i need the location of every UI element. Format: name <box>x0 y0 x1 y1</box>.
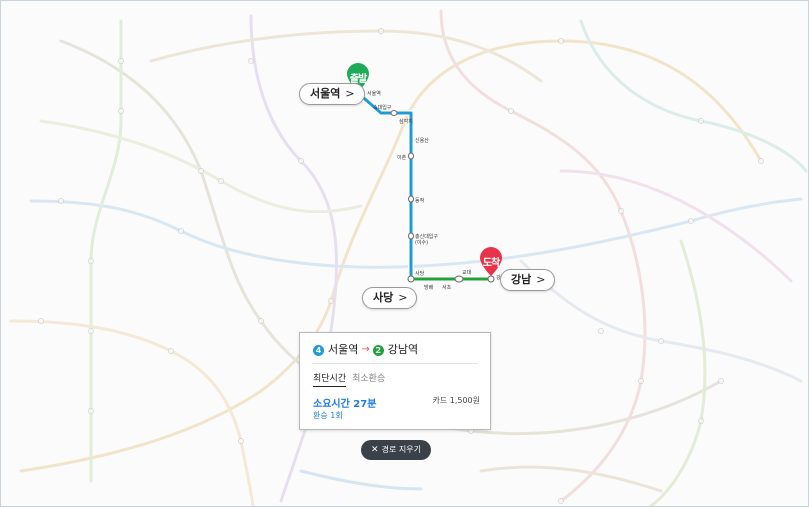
station-node <box>454 275 464 283</box>
station-label: 숙대입구 <box>373 105 392 111</box>
station-node <box>408 232 414 240</box>
station-node <box>390 110 398 116</box>
route-header: 4 서울역 → 2 강남역 <box>313 342 418 358</box>
chip-label: 서울역 <box>310 87 341 100</box>
clear-route-label: 경로 지우기 <box>381 445 421 454</box>
arrival-pin[interactable]: 도착 <box>479 246 503 281</box>
arrival-pin-label: 도착 <box>482 258 500 269</box>
line-2-badge: 2 <box>372 344 384 356</box>
station-label: 사당 <box>415 271 425 277</box>
line-4-badge: 4 <box>313 344 324 356</box>
divider <box>312 363 478 364</box>
travel-time: 소요시간 27분 <box>313 399 377 410</box>
from-station: 서울역 <box>328 343 359 356</box>
arrow-right-icon: → <box>361 344 370 355</box>
chevron-right-icon: > <box>345 87 355 100</box>
station-label: 신용산 <box>415 138 429 144</box>
station-node <box>408 195 414 203</box>
station-label: 서초 <box>442 285 452 291</box>
subway-map-view: 서울역 숙대입구 삼각지 신용산 이촌 동작 총신대입구 (이수) 사당 방배 … <box>0 0 809 507</box>
station-node <box>407 275 415 283</box>
station-node <box>408 152 414 160</box>
station-label: 교대 <box>462 270 472 276</box>
fare: 카드 1,500원 <box>432 396 480 405</box>
transfer-station-chip[interactable]: 사당 > <box>362 287 418 309</box>
tab-fastest[interactable]: 최단시간 <box>313 371 347 387</box>
station-label: 방배 <box>424 285 434 291</box>
station-label: 동작 <box>415 198 425 204</box>
station-label: 총신대입구 (이수) <box>415 234 439 246</box>
chip-label: 강남 <box>511 273 532 286</box>
tab-fewest-transfers[interactable]: 최소환승 <box>352 371 385 386</box>
station-label: 이촌 <box>397 155 407 161</box>
arrival-station-chip[interactable]: 강남 > <box>500 269 556 291</box>
transfer-count: 환승 1회 <box>313 411 343 420</box>
chevron-right-icon: > <box>398 291 408 304</box>
close-icon: ✕ <box>371 445 379 455</box>
clear-route-button[interactable]: ✕ 경로 지우기 <box>361 440 431 460</box>
to-station: 강남역 <box>387 343 419 356</box>
route-stations <box>352 89 495 283</box>
chevron-right-icon: > <box>536 273 546 286</box>
chip-label: 사당 <box>373 291 394 304</box>
station-label: 삼각지 <box>399 119 413 125</box>
subway-network-map[interactable] <box>1 1 808 506</box>
route-summary-panel: 4 서울역 → 2 강남역 최단시간 최소환승 소요시간 27분 카드 1,500원 환승… <box>299 332 491 430</box>
route-option-tabs: 최단시간 최소환승 <box>313 371 391 387</box>
departure-station-chip[interactable]: 서울역 > <box>299 83 365 105</box>
